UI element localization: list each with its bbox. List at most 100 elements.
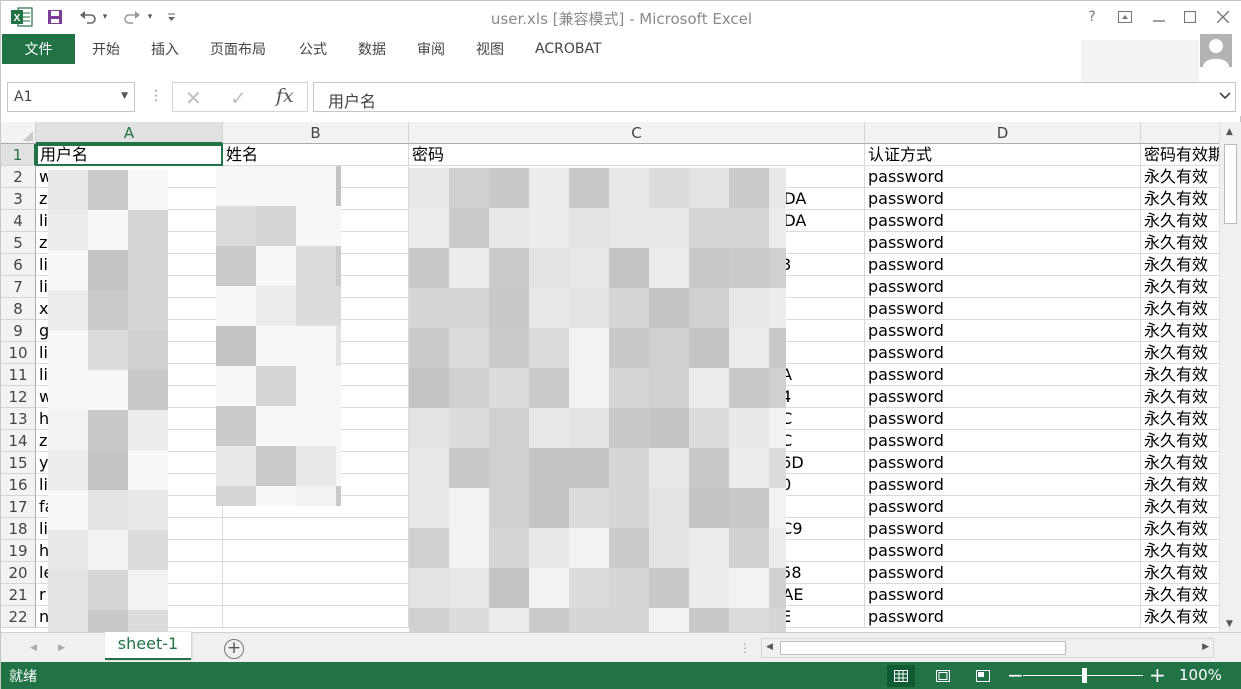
scroll-down-icon[interactable]: ▼ — [1226, 619, 1233, 629]
cell-e[interactable]: 永久有效 — [1141, 562, 1219, 584]
cell-d[interactable]: password — [865, 364, 1141, 386]
cell-e[interactable]: 永久有效 — [1141, 320, 1219, 342]
cell-b1[interactable]: 姓名 — [223, 144, 409, 166]
cell-c1[interactable]: 密码 — [409, 144, 865, 166]
cell-b[interactable] — [223, 562, 409, 584]
worksheet-grid[interactable]: A B C D 1 用户名 姓名 密码 认证方式 密码有效期 2wApasswo… — [1, 122, 1219, 632]
cell-e[interactable]: 永久有效 — [1141, 452, 1219, 474]
row-header[interactable]: 3 — [1, 188, 36, 210]
cell-d[interactable]: password — [865, 452, 1141, 474]
expand-formula-bar-icon[interactable] — [1219, 89, 1231, 103]
confirm-entry-icon[interactable]: ✓ — [230, 86, 247, 110]
row-header[interactable]: 8 — [1, 298, 36, 320]
help-icon[interactable]: ? — [1080, 7, 1104, 27]
cell-b[interactable] — [223, 584, 409, 606]
row-header[interactable]: 7 — [1, 276, 36, 298]
cell-d[interactable]: password — [865, 386, 1141, 408]
row-header[interactable]: 4 — [1, 210, 36, 232]
cell-d[interactable]: password — [865, 408, 1141, 430]
row-header[interactable]: 12 — [1, 386, 36, 408]
column-header-c[interactable]: C — [409, 122, 865, 144]
next-sheet-icon[interactable]: ▶ — [58, 643, 65, 653]
scroll-right-icon[interactable]: ▶ — [1202, 642, 1209, 652]
cell-a1[interactable]: 用户名 — [36, 144, 223, 166]
row-header[interactable]: 11 — [1, 364, 36, 386]
formula-bar-grip-icon[interactable]: ⋮ — [149, 88, 163, 104]
tab-data[interactable]: 数据 — [358, 34, 386, 64]
cell-d[interactable]: password — [865, 540, 1141, 562]
normal-view-icon[interactable] — [887, 665, 915, 687]
cell-d[interactable]: password — [865, 430, 1141, 452]
cell-e[interactable]: 永久有效 — [1141, 188, 1219, 210]
cell-e[interactable]: 永久有效 — [1141, 210, 1219, 232]
tab-formulas[interactable]: 公式 — [299, 34, 327, 64]
cell-e[interactable]: 永久有效 — [1141, 276, 1219, 298]
zoom-in-icon[interactable]: + — [1149, 663, 1166, 687]
tab-split-grip-icon[interactable]: ⋮ — [739, 641, 751, 655]
zoom-out-icon[interactable]: − — [1007, 663, 1024, 687]
column-header-a[interactable]: A — [36, 122, 223, 144]
row-header[interactable]: 6 — [1, 254, 36, 276]
cell-d[interactable]: password — [865, 496, 1141, 518]
close-icon[interactable] — [1211, 7, 1235, 27]
cell-e[interactable]: 永久有效 — [1141, 298, 1219, 320]
insert-function-icon[interactable]: fx — [276, 85, 294, 107]
tab-view[interactable]: 视图 — [476, 34, 504, 64]
name-box-dropdown-icon[interactable]: ▼ — [121, 91, 128, 101]
cell-e[interactable]: 永久有效 — [1141, 540, 1219, 562]
select-all-button[interactable] — [1, 122, 36, 144]
row-header[interactable]: 19 — [1, 540, 36, 562]
cell-e[interactable]: 永久有效 — [1141, 474, 1219, 496]
row-header[interactable]: 14 — [1, 430, 36, 452]
avatar[interactable] — [1200, 34, 1232, 67]
column-header-b[interactable]: B — [223, 122, 409, 144]
cell-d[interactable]: password — [865, 166, 1141, 188]
cell-d[interactable]: password — [865, 606, 1141, 628]
scroll-up-icon[interactable]: ▲ — [1226, 127, 1233, 137]
cell-d[interactable]: password — [865, 276, 1141, 298]
cell-e[interactable]: 永久有效 — [1141, 606, 1219, 628]
cell-d[interactable]: password — [865, 210, 1141, 232]
cell-b[interactable] — [223, 540, 409, 562]
tab-insert[interactable]: 插入 — [151, 34, 179, 64]
cell-e[interactable]: 永久有效 — [1141, 408, 1219, 430]
cell-d[interactable]: password — [865, 232, 1141, 254]
cell-e[interactable]: 永久有效 — [1141, 496, 1219, 518]
cell-d[interactable]: password — [865, 320, 1141, 342]
page-break-preview-icon[interactable] — [969, 665, 997, 687]
name-box[interactable]: A1 ▼ — [7, 82, 135, 112]
cell-e[interactable]: 永久有效 — [1141, 364, 1219, 386]
row-header[interactable]: 9 — [1, 320, 36, 342]
tab-page-layout[interactable]: 页面布局 — [210, 34, 266, 64]
cell-d[interactable]: password — [865, 474, 1141, 496]
cell-e[interactable]: 永久有效 — [1141, 254, 1219, 276]
row-header[interactable]: 2 — [1, 166, 36, 188]
new-sheet-icon[interactable]: + — [224, 639, 244, 659]
row-header[interactable]: 21 — [1, 584, 36, 606]
prev-sheet-icon[interactable]: ◀ — [30, 643, 37, 653]
row-header[interactable]: 10 — [1, 342, 36, 364]
cell-d[interactable]: password — [865, 254, 1141, 276]
cell-d[interactable]: password — [865, 584, 1141, 606]
tab-acrobat[interactable]: ACROBAT — [535, 34, 602, 64]
cell-e[interactable]: 永久有效 — [1141, 166, 1219, 188]
cell-e[interactable]: 永久有效 — [1141, 584, 1219, 606]
row-header[interactable]: 5 — [1, 232, 36, 254]
vertical-scrollbar[interactable]: ▲ ▼ — [1219, 122, 1241, 632]
tab-review[interactable]: 审阅 — [417, 34, 445, 64]
tab-home[interactable]: 开始 — [92, 34, 120, 64]
row-header[interactable]: 20 — [1, 562, 36, 584]
cell-e[interactable]: 永久有效 — [1141, 518, 1219, 540]
cell-d[interactable]: password — [865, 342, 1141, 364]
column-header-e[interactable] — [1141, 122, 1219, 144]
row-header[interactable]: 15 — [1, 452, 36, 474]
cell-d1[interactable]: 认证方式 — [865, 144, 1141, 166]
minimize-icon[interactable] — [1147, 7, 1171, 27]
cell-e[interactable]: 永久有效 — [1141, 430, 1219, 452]
zoom-level[interactable]: 100% — [1179, 666, 1222, 684]
horizontal-scroll-thumb[interactable] — [780, 641, 1066, 655]
vertical-scroll-thumb[interactable] — [1224, 144, 1237, 224]
row-header[interactable]: 1 — [1, 144, 36, 166]
ribbon-display-options-icon[interactable] — [1113, 7, 1137, 27]
row-header[interactable]: 18 — [1, 518, 36, 540]
